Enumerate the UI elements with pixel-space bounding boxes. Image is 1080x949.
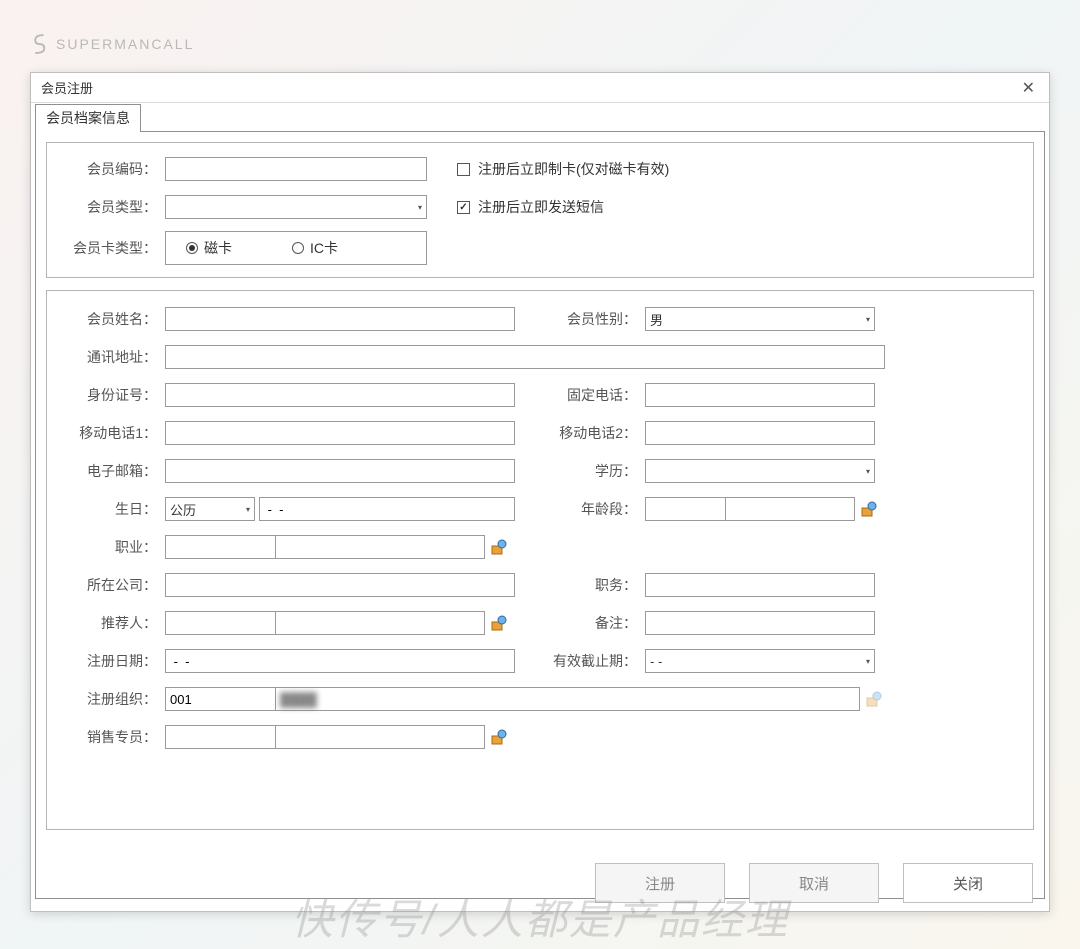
referrer-b-input[interactable]: [275, 611, 485, 635]
brand-text: SUPERMANCALL: [56, 36, 194, 52]
member-code-label: 会员编码：: [65, 159, 165, 179]
occupation-b-input[interactable]: [275, 535, 485, 559]
name-input[interactable]: [165, 307, 515, 331]
chk-make-card-label: 注册后立即制卡(仅对磁卡有效): [478, 159, 669, 179]
education-select[interactable]: ▾: [645, 459, 875, 483]
reg-org-pair: ████: [165, 687, 860, 711]
position-input[interactable]: [645, 573, 875, 597]
birthday-date-input[interactable]: [259, 497, 515, 521]
expire-label: 有效截止期：: [545, 651, 645, 671]
lookup-icon[interactable]: [491, 539, 507, 555]
chk-make-card[interactable]: 注册后立即制卡(仅对磁卡有效): [457, 159, 669, 179]
checkbox-icon: [457, 163, 470, 176]
radio-icon: [292, 242, 304, 254]
brand-logo: SUPERMANCALL: [30, 32, 194, 56]
close-button[interactable]: 关闭: [903, 863, 1033, 903]
sales-label: 销售专员：: [65, 727, 165, 747]
titlebar: 会员注册 ✕: [31, 73, 1049, 103]
position-label: 职务：: [545, 575, 645, 595]
company-label: 所在公司：: [65, 575, 165, 595]
fixed-phone-input[interactable]: [645, 383, 875, 407]
chk-send-sms[interactable]: ✓ 注册后立即发送短信: [457, 197, 604, 217]
group-main: 会员姓名： 会员性别： 男 ▾ 通讯地址： 身份证号：: [46, 290, 1034, 830]
window-title: 会员注册: [41, 78, 93, 97]
age-range-a-input[interactable]: [645, 497, 725, 521]
chevron-down-icon: ▾: [244, 505, 252, 514]
footer-buttons: 注册 取消 关闭: [595, 863, 1033, 903]
gender-label: 会员性别：: [545, 309, 645, 329]
referrer-pair: [165, 611, 485, 635]
reg-org-label: 注册组织：: [65, 689, 165, 709]
lookup-icon[interactable]: [866, 691, 882, 707]
card-type-radiogroup: 磁卡 IC卡: [165, 231, 427, 265]
radio-ic[interactable]: IC卡: [292, 238, 338, 258]
cancel-button[interactable]: 取消: [749, 863, 879, 903]
radio-magnetic[interactable]: 磁卡: [186, 238, 232, 258]
panel: 会员编码： 注册后立即制卡(仅对磁卡有效) 会员类型： ▾ ✓ 注册后立即发送短…: [35, 131, 1045, 899]
age-range-pair: [645, 497, 855, 521]
remark-input[interactable]: [645, 611, 875, 635]
chevron-down-icon: ▾: [864, 467, 872, 476]
member-type-label: 会员类型：: [65, 197, 165, 217]
referrer-a-input[interactable]: [165, 611, 275, 635]
sales-b-input[interactable]: [275, 725, 485, 749]
age-range-b-input[interactable]: [725, 497, 855, 521]
checkbox-icon: ✓: [457, 201, 470, 214]
lookup-icon[interactable]: [491, 729, 507, 745]
lookup-icon[interactable]: [861, 501, 877, 517]
referrer-label: 推荐人：: [65, 613, 165, 633]
tab-profile[interactable]: 会员档案信息: [35, 104, 141, 132]
occupation-label: 职业：: [65, 537, 165, 557]
education-label: 学历：: [545, 461, 645, 481]
birthday-label: 生日：: [65, 499, 165, 519]
idnum-label: 身份证号：: [65, 385, 165, 405]
tabbar: 会员档案信息: [31, 103, 1049, 131]
reg-org-name-display: ████: [275, 687, 860, 711]
mobile1-input[interactable]: [165, 421, 515, 445]
address-input[interactable]: [165, 345, 885, 369]
birthday-calendar-select[interactable]: 公历 ▾: [165, 497, 255, 521]
radio-icon: [186, 242, 198, 254]
member-code-input[interactable]: [165, 157, 427, 181]
chevron-down-icon: ▾: [864, 657, 872, 666]
email-input[interactable]: [165, 459, 515, 483]
sales-pair: [165, 725, 485, 749]
chevron-down-icon: ▾: [416, 203, 424, 212]
chk-send-sms-label: 注册后立即发送短信: [478, 197, 604, 217]
registration-window: 会员注册 ✕ 会员档案信息 会员编码： 注册后立即制卡(仅对磁卡有效) 会员类型…: [30, 72, 1050, 912]
name-label: 会员姓名：: [65, 309, 165, 329]
fixed-phone-label: 固定电话：: [545, 385, 645, 405]
address-label: 通讯地址：: [65, 347, 165, 367]
mobile1-label: 移动电话1：: [65, 423, 165, 443]
reg-org-code-input[interactable]: [165, 687, 275, 711]
group-top: 会员编码： 注册后立即制卡(仅对磁卡有效) 会员类型： ▾ ✓ 注册后立即发送短…: [46, 142, 1034, 278]
gender-select[interactable]: 男 ▾: [645, 307, 875, 331]
company-input[interactable]: [165, 573, 515, 597]
logo-icon: [30, 32, 48, 56]
age-range-label: 年龄段：: [545, 499, 645, 519]
reg-date-input[interactable]: [165, 649, 515, 673]
mobile2-label: 移动电话2：: [545, 423, 645, 443]
lookup-icon[interactable]: [491, 615, 507, 631]
occupation-pair: [165, 535, 485, 559]
email-label: 电子邮箱：: [65, 461, 165, 481]
expire-select[interactable]: - - ▾: [645, 649, 875, 673]
occupation-a-input[interactable]: [165, 535, 275, 559]
sales-a-input[interactable]: [165, 725, 275, 749]
reg-date-label: 注册日期：: [65, 651, 165, 671]
remark-label: 备注：: [545, 613, 645, 633]
mobile2-input[interactable]: [645, 421, 875, 445]
close-icon[interactable]: ✕: [1016, 76, 1041, 100]
idnum-input[interactable]: [165, 383, 515, 407]
chevron-down-icon: ▾: [864, 315, 872, 324]
member-type-select[interactable]: ▾: [165, 195, 427, 219]
card-type-label: 会员卡类型：: [65, 238, 165, 258]
register-button[interactable]: 注册: [595, 863, 725, 903]
